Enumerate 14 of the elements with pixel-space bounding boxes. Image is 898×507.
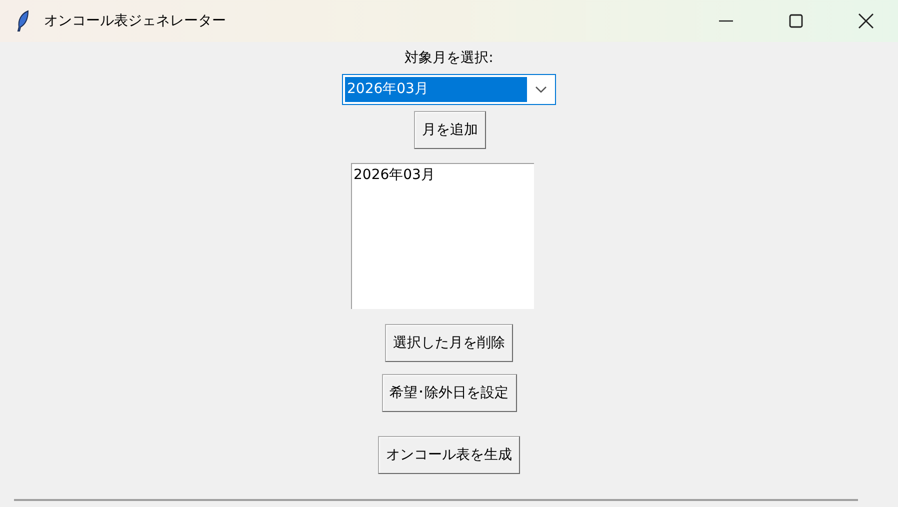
delete-month-button[interactable]: 選択した月を削除: [385, 324, 513, 362]
month-listbox[interactable]: 2026年03月: [350, 163, 534, 309]
month-label: 対象月を選択:: [404, 49, 494, 68]
set-dates-button[interactable]: 希望･除外日を設定: [382, 374, 516, 412]
window-title: オンコール表ジェネレーター: [44, 12, 226, 30]
maximize-icon: [788, 13, 804, 29]
minimize-icon: [719, 20, 733, 22]
feather-icon: [16, 10, 30, 32]
list-item[interactable]: 2026年03月: [352, 164, 534, 186]
month-combo[interactable]: 2026年03月: [342, 74, 556, 105]
add-month-button[interactable]: 月を追加: [414, 111, 486, 149]
chevron-down-icon: [535, 86, 547, 94]
generate-button[interactable]: オンコール表を生成: [378, 436, 520, 474]
close-icon: [857, 12, 875, 30]
